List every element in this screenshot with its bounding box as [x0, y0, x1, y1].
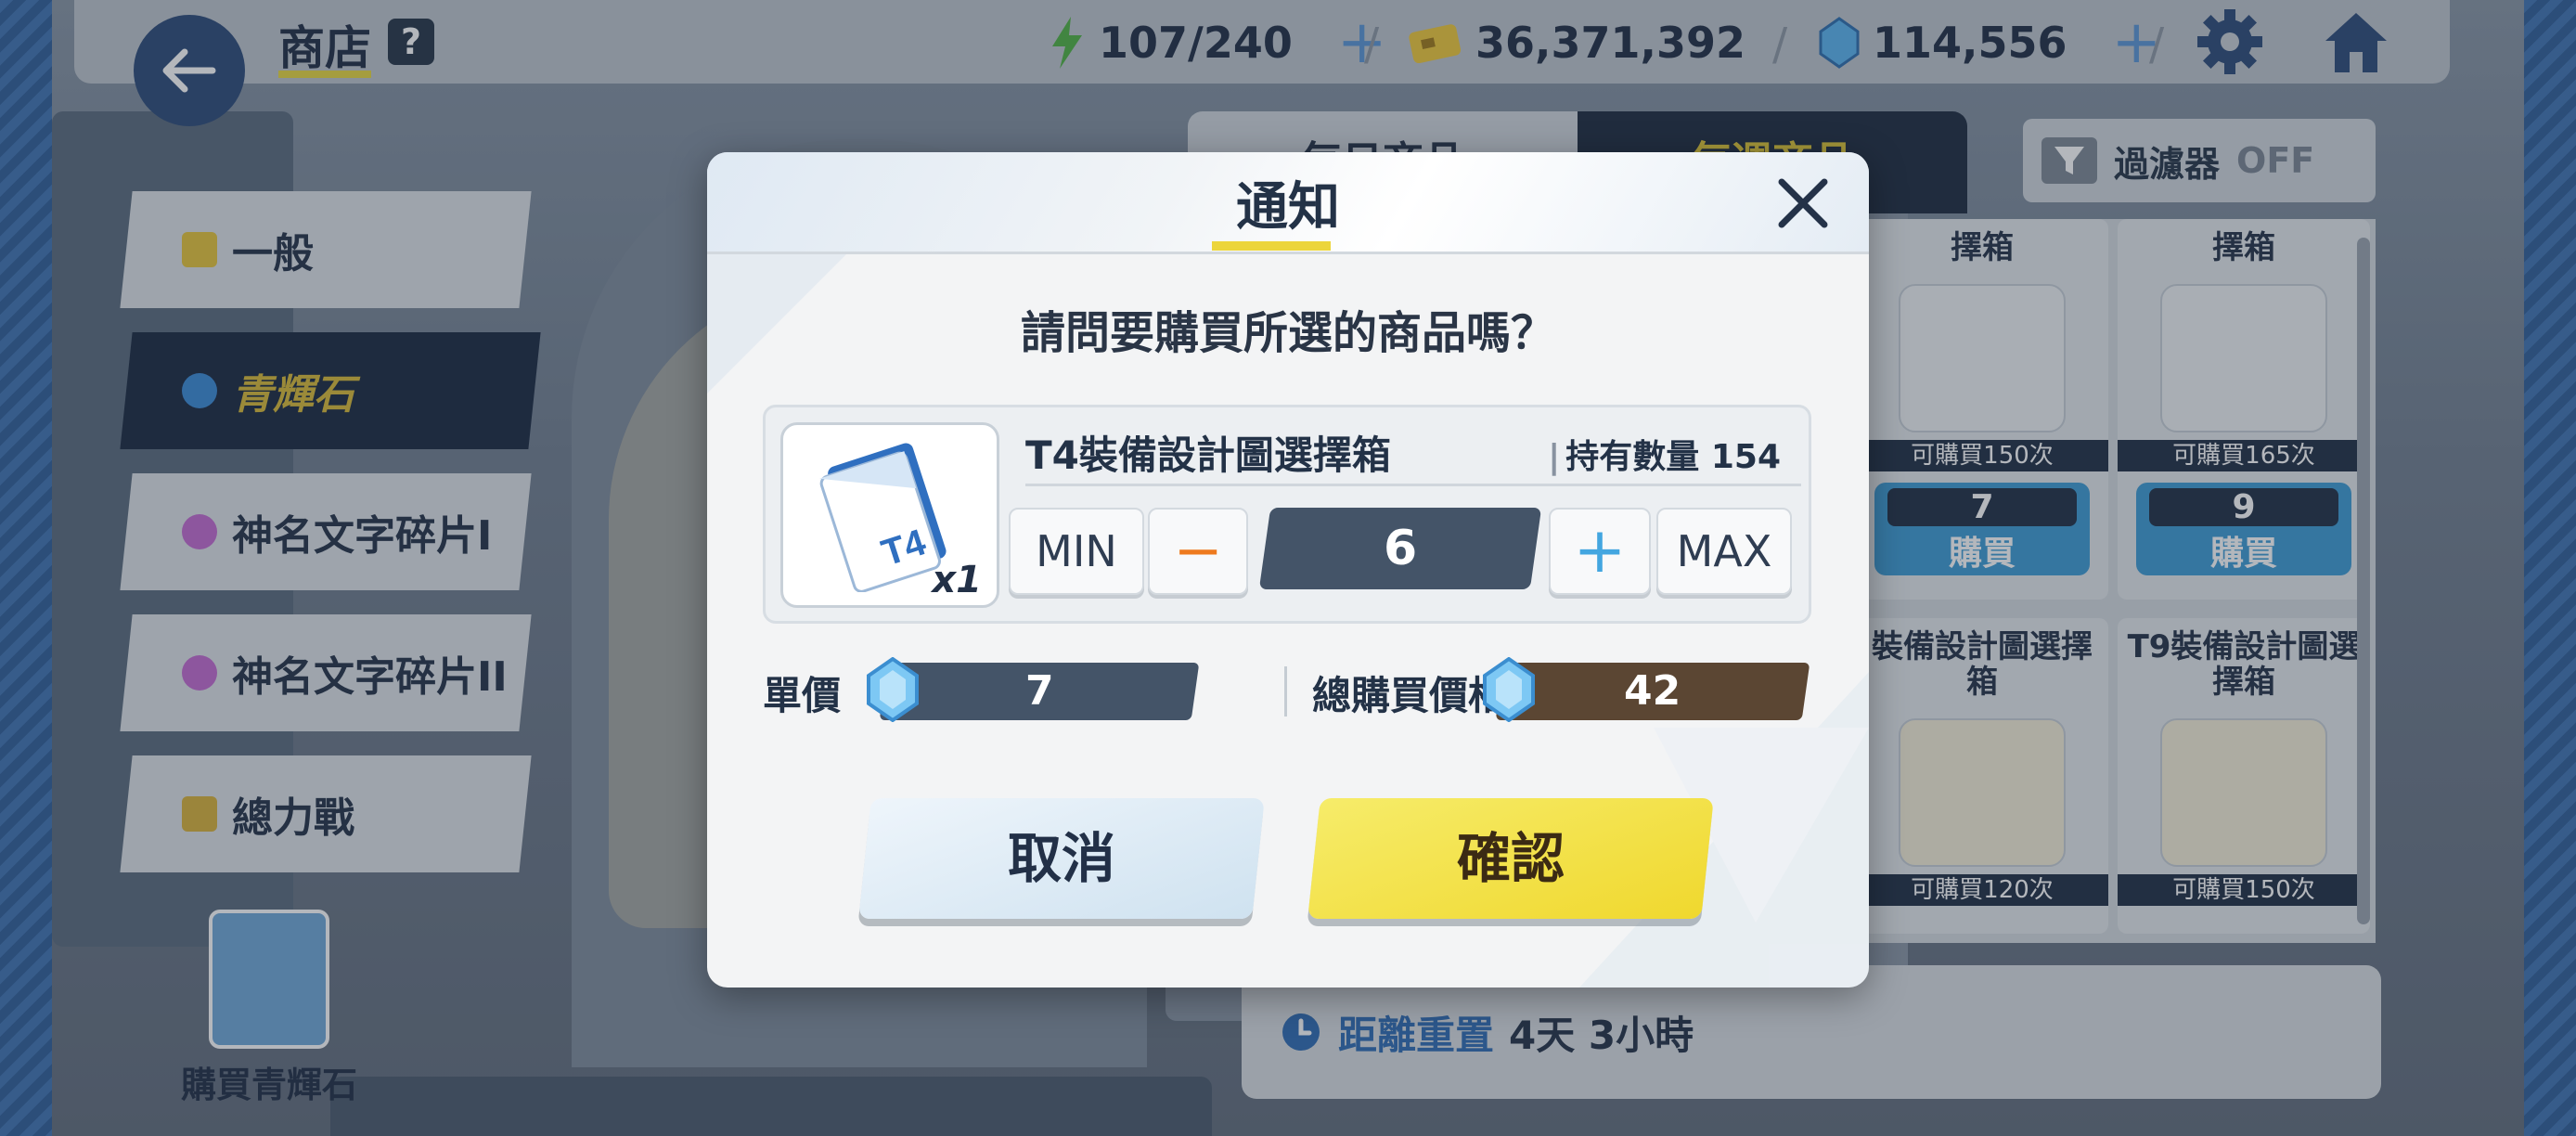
total-price-label: 總購買價格: [1312, 673, 1508, 718]
total-price: 42: [1495, 663, 1810, 720]
max-button[interactable]: MAX: [1656, 508, 1792, 595]
cancel-button[interactable]: 取消: [858, 798, 1265, 919]
gem-icon: [867, 657, 919, 722]
owned-label: 持有數量: [1565, 438, 1700, 476]
item-panel: T4 x1 T4裝備設計圖選擇箱 | 持有數量 154 MIN − 6 + MAX: [763, 405, 1811, 624]
confirm-button[interactable]: 確認: [1307, 798, 1714, 919]
dialog-title: 通知: [1236, 177, 1340, 238]
gem-icon: [1483, 657, 1535, 722]
item-thumbnail: T4 x1: [780, 422, 999, 608]
confirm-question: 請問要購買所選的商品嗎？: [1020, 307, 1555, 359]
purchase-dialog: 通知 請問要購買所選的商品嗎？ T4 x1 T4裝備設計圖選擇箱 | 持有數量 1…: [707, 152, 1869, 988]
min-button[interactable]: MIN: [1009, 508, 1144, 595]
owned-value: 154: [1710, 438, 1781, 476]
title-underline: [1212, 241, 1331, 251]
increment-button[interactable]: +: [1549, 508, 1651, 595]
decrement-button[interactable]: −: [1148, 508, 1248, 595]
unit-price: 7: [879, 663, 1200, 720]
divider: [1025, 484, 1801, 486]
unit-price-value: 7: [1024, 667, 1054, 715]
item-stack-qty: x1: [932, 559, 982, 601]
divider: [1284, 666, 1287, 716]
total-price-value: 42: [1624, 667, 1681, 715]
confirm-label: 確認: [1456, 827, 1565, 890]
unit-price-label: 單價: [763, 673, 842, 718]
owned-count: | 持有數量 154: [1548, 438, 1781, 476]
quantity-value: 6: [1383, 521, 1418, 576]
quantity-field[interactable]: 6: [1258, 508, 1542, 589]
close-icon[interactable]: [1771, 171, 1835, 236]
price-row: 單價 7 總購買價格 42: [763, 653, 1821, 728]
cancel-label: 取消: [1007, 827, 1115, 890]
item-name: T4裝備設計圖選擇箱: [1025, 432, 1391, 478]
